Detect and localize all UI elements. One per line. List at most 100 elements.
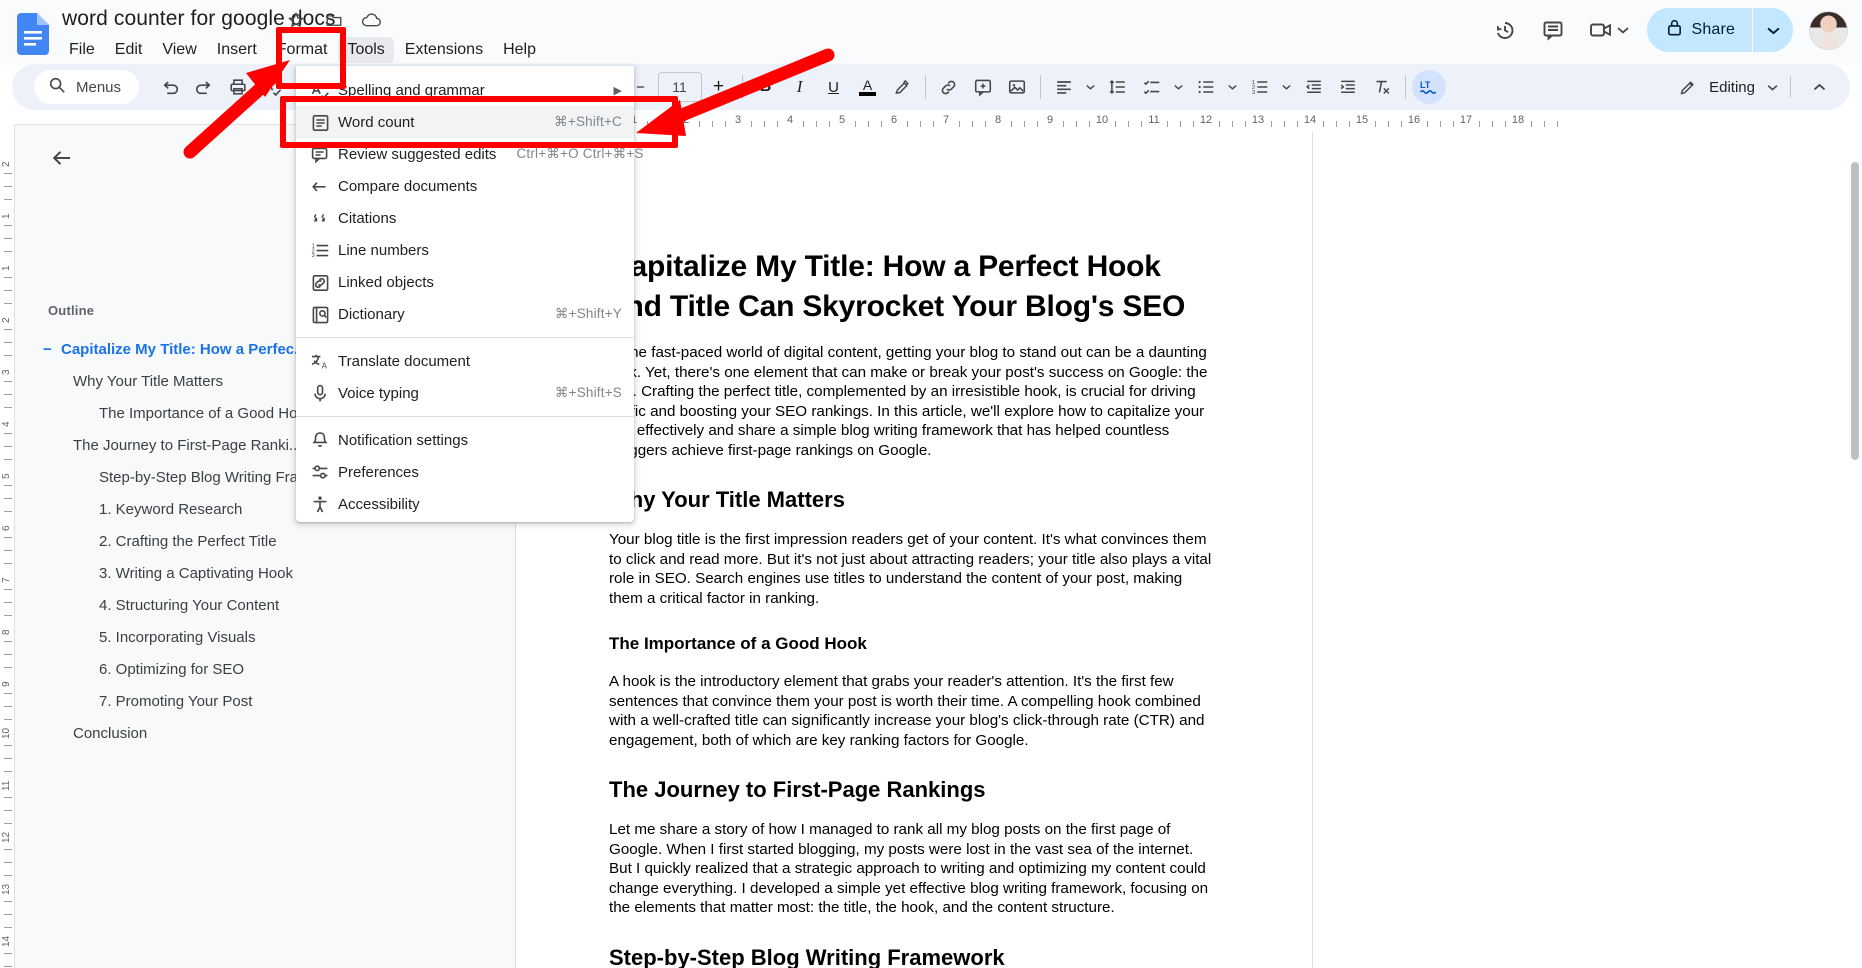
document-canvas[interactable]: Capitalize My Title: How a Perfect Hook … bbox=[516, 132, 1846, 968]
menu-item-shortcut: ⌘+Shift+C bbox=[554, 114, 622, 129]
document-page[interactable]: Capitalize My Title: How a Perfect Hook … bbox=[516, 132, 1312, 968]
add-comment-icon[interactable] bbox=[966, 70, 1000, 104]
document-body[interactable]: Capitalize My Title: How a Perfect Hook … bbox=[609, 247, 1214, 968]
menu-insert[interactable]: Insert bbox=[208, 37, 266, 63]
text-color-icon[interactable]: A bbox=[851, 70, 885, 104]
share-dropdown-caret[interactable] bbox=[1753, 8, 1793, 52]
outline-item[interactable]: 6. Optimizing for SEO bbox=[15, 653, 515, 685]
align-left-icon[interactable] bbox=[1047, 70, 1081, 104]
back-arrow-icon[interactable] bbox=[45, 141, 79, 175]
menu-item-dictionary[interactable]: Dictionary ⌘+Shift+Y bbox=[296, 298, 634, 330]
search-menus-button[interactable]: Menus bbox=[34, 70, 140, 104]
ruler-tick-label: 18 bbox=[1511, 114, 1525, 126]
increase-font-size-button[interactable]: + bbox=[702, 70, 736, 104]
spellcheck-icon[interactable] bbox=[255, 70, 289, 104]
share-button[interactable]: Share bbox=[1646, 8, 1793, 52]
ruler-tick bbox=[4, 901, 12, 902]
menu-item-label: Notification settings bbox=[338, 431, 469, 449]
outline-item[interactable]: 4. Structuring Your Content bbox=[15, 589, 515, 621]
version-history-icon[interactable] bbox=[1483, 8, 1527, 52]
menu-format[interactable]: Format bbox=[268, 37, 337, 63]
highlight-pen-icon[interactable] bbox=[885, 70, 919, 104]
numbered-chevron-down-icon[interactable] bbox=[1277, 70, 1297, 104]
font-size-input[interactable]: 11 bbox=[657, 72, 702, 102]
checklist-icon[interactable] bbox=[1135, 70, 1169, 104]
numbered-list-icon[interactable]: 123 bbox=[1243, 70, 1277, 104]
clear-formatting-icon[interactable] bbox=[1365, 70, 1399, 104]
ruler-tick bbox=[4, 745, 12, 746]
italic-button[interactable]: I bbox=[783, 70, 817, 104]
ruler-tick-label: 7 bbox=[942, 114, 950, 126]
hide-menus-chevron-up-icon[interactable] bbox=[1803, 78, 1836, 96]
menu-item-translate-document[interactable]: A Translate document bbox=[296, 345, 634, 377]
menu-tools[interactable]: Tools bbox=[338, 37, 394, 63]
ruler-tick-label: 9 bbox=[1046, 114, 1054, 126]
bulleted-chevron-down-icon[interactable] bbox=[1223, 70, 1243, 104]
menu-item-voice-typing[interactable]: Voice typing ⌘+Shift+S bbox=[296, 377, 634, 409]
menu-item-accessibility[interactable]: Accessibility bbox=[296, 488, 634, 520]
outline-collapse-icon[interactable]: − bbox=[43, 341, 57, 358]
outline-item[interactable]: Conclusion bbox=[15, 717, 515, 749]
move-to-folder-icon[interactable] bbox=[323, 9, 344, 30]
insert-image-icon[interactable] bbox=[1000, 70, 1034, 104]
ruler-tick bbox=[1479, 121, 1480, 127]
outline-item[interactable]: 3. Writing a Captivating Hook bbox=[15, 557, 515, 589]
menu-item-citations[interactable]: Citations bbox=[296, 202, 634, 234]
menu-item-preferences[interactable]: Preferences bbox=[296, 456, 634, 488]
bold-button[interactable]: B bbox=[749, 70, 783, 104]
menu-item-notification-settings[interactable]: Notification settings bbox=[296, 424, 634, 456]
docs-logo-icon[interactable] bbox=[17, 13, 49, 55]
vertical-scrollbar[interactable] bbox=[1850, 140, 1860, 968]
decrease-indent-icon[interactable] bbox=[1297, 70, 1331, 104]
ruler-tick bbox=[972, 121, 973, 127]
citations-icon bbox=[310, 208, 338, 229]
menu-item-compare-documents[interactable]: Compare documents bbox=[296, 170, 634, 202]
ruler-tick bbox=[660, 121, 661, 127]
cloud-saved-icon[interactable] bbox=[361, 9, 382, 30]
line-spacing-icon[interactable] bbox=[1101, 70, 1135, 104]
outline-item[interactable]: 5. Incorporating Visuals bbox=[15, 621, 515, 653]
menu-edit[interactable]: Edit bbox=[106, 37, 152, 63]
outline-caption: Outline bbox=[48, 303, 95, 318]
document-heading-why-title-matters: Why Your Title Matters bbox=[609, 487, 845, 512]
menu-help[interactable]: Help bbox=[494, 37, 545, 63]
menu-item-linked-objects[interactable]: Linked objects bbox=[296, 266, 634, 298]
ruler-tick bbox=[4, 966, 12, 967]
meet-button[interactable] bbox=[1579, 8, 1633, 52]
ruler-tick bbox=[1284, 121, 1285, 127]
ruler-tick bbox=[829, 121, 830, 127]
checklist-chevron-down-icon[interactable] bbox=[1169, 70, 1189, 104]
menu-extensions[interactable]: Extensions bbox=[396, 37, 492, 63]
outline-item[interactable]: 7. Promoting Your Post bbox=[15, 685, 515, 717]
menu-item-review-suggested-edits[interactable]: Review suggested edits Ctrl+⌘+O Ctrl+⌘+S bbox=[296, 138, 643, 170]
comment-history-icon[interactable] bbox=[1531, 8, 1575, 52]
ruler-tick bbox=[647, 121, 648, 127]
bulleted-list-icon[interactable] bbox=[1189, 70, 1223, 104]
underline-button[interactable]: U bbox=[817, 70, 851, 104]
avatar[interactable] bbox=[1809, 10, 1848, 50]
align-chevron-down-icon[interactable] bbox=[1081, 70, 1101, 104]
tools-dropdown-menu[interactable]: Spelling and grammar ▶ Word count ⌘+Shift+C… bbox=[296, 66, 643, 522]
menu-file[interactable]: File bbox=[60, 37, 104, 63]
ruler-tick bbox=[4, 641, 12, 642]
outline-item[interactable]: 2. Crafting the Perfect Title bbox=[15, 525, 515, 557]
redo-icon[interactable] bbox=[187, 70, 221, 104]
editing-mode-button[interactable]: Editing bbox=[1664, 70, 1842, 104]
star-icon[interactable] bbox=[285, 9, 306, 30]
share-main[interactable]: Share bbox=[1647, 8, 1752, 52]
menu-item-line-numbers[interactable]: 1 2 3 Line numbers bbox=[296, 234, 634, 266]
undo-icon[interactable] bbox=[153, 70, 187, 104]
vertical-scroll-thumb[interactable] bbox=[1851, 162, 1859, 460]
print-icon[interactable] bbox=[221, 70, 255, 104]
increase-indent-icon[interactable] bbox=[1331, 70, 1365, 104]
languagetool-icon[interactable]: LT bbox=[1411, 70, 1446, 104]
dictionary-icon bbox=[310, 304, 338, 325]
ruler-tick bbox=[4, 342, 12, 343]
editing-chevron-down-icon[interactable] bbox=[1767, 78, 1778, 96]
ruler-tick bbox=[1505, 121, 1506, 127]
menu-view[interactable]: View bbox=[153, 37, 205, 63]
menu-item-word-count[interactable]: Word count ⌘+Shift+C bbox=[296, 106, 634, 138]
top-bar: word counter for google docs File Edit V… bbox=[0, 0, 1862, 65]
link-icon[interactable] bbox=[932, 70, 966, 104]
menu-item-spelling-and-grammar[interactable]: Spelling and grammar ▶ bbox=[296, 74, 634, 106]
